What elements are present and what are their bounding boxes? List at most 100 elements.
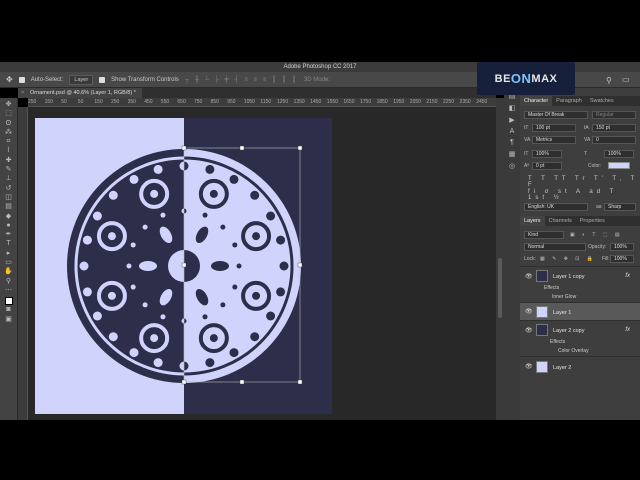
gradient-tool-icon[interactable]: ▤ [3, 202, 15, 211]
tracking-field[interactable]: 0 [592, 136, 636, 144]
workspace-switcher-icon[interactable]: ▭ [622, 75, 630, 84]
tools-panel: ✥ ⬚ ʘ ⁂ ⌗ ⌇ ✚ ✎ ⊥ ↺ ◫ ▤ ◆ ● ✒ T ▸ ▭ ✋ ⚲ … [0, 98, 18, 420]
opentype-buttons[interactable]: fi σ st A ad T 1st ½ [528, 189, 640, 201]
swatches-panel-icon[interactable]: ▦ [509, 150, 516, 158]
visibility-eye-icon[interactable]: 👁 [525, 327, 533, 334]
ornament-motif [160, 314, 166, 320]
search-icon[interactable]: ⚲ [606, 76, 612, 85]
more-tools-icon[interactable]: ⋯ [3, 286, 15, 295]
layer-filter-icons[interactable]: ▣ ◐ T ⬚ ▤ [570, 232, 623, 238]
document-tab[interactable]: × Ornament.psd @ 40.6% (Layer 1, RGB/8) … [18, 88, 142, 98]
visibility-eye-icon[interactable]: 👁 [525, 363, 533, 370]
auto-select-checkbox[interactable] [18, 76, 25, 83]
dodge-tool-icon[interactable]: ● [3, 221, 15, 230]
font-family-select[interactable]: Master Of Break [524, 111, 588, 119]
lasso-tool-icon[interactable]: ʘ [3, 119, 15, 128]
marquee-tool-icon[interactable]: ⬚ [3, 109, 15, 118]
screen-mode-icon[interactable]: ▣ [3, 315, 15, 324]
align-buttons-icon[interactable]: ┬ ╫ ┴ ├ ╪ ┤ ≡ ≡ ≡ ║ ║ ║ [185, 77, 298, 83]
close-tab-icon[interactable]: × [21, 88, 24, 98]
history-brush-tool-icon[interactable]: ↺ [3, 184, 15, 193]
ruler-tick-label: 750 [194, 99, 203, 105]
path-selection-tool-icon[interactable]: ▸ [3, 249, 15, 258]
libraries-panel-icon[interactable]: ◎ [509, 162, 515, 170]
fx-icon[interactable]: fx [625, 273, 630, 279]
vertical-scale-field[interactable]: 100% [532, 150, 562, 158]
properties-panel-icon[interactable]: ◧ [509, 104, 516, 112]
fx-icon[interactable]: fx [625, 327, 630, 333]
fill-field[interactable]: 100% [610, 255, 634, 263]
vertical-scrollbar[interactable] [496, 98, 504, 420]
tab-properties[interactable]: Properties [576, 216, 609, 226]
layer-row-layer1[interactable]: 👁 Layer 1 [520, 302, 640, 320]
lock-icons[interactable]: ▦ ✎ ✥ ⊡ 🔒 [540, 256, 596, 262]
baseline-shift-field[interactable]: 0 pt [532, 162, 562, 170]
magic-wand-tool-icon[interactable]: ⁂ [3, 128, 15, 137]
effect-inner-glow[interactable]: Inner Glow [552, 294, 576, 300]
text-color-swatch[interactable] [608, 162, 630, 169]
layer-row-layer2[interactable]: 👁 Layer 2 [520, 356, 640, 376]
quick-mask-icon[interactable]: ◙ [3, 305, 15, 314]
move-tool-icon[interactable]: ✥ [3, 100, 15, 109]
eyedropper-tool-icon[interactable]: ⌇ [3, 146, 15, 155]
horizontal-scale-field[interactable]: 100% [604, 150, 634, 158]
visibility-eye-icon[interactable]: 👁 [525, 273, 533, 280]
shape-tool-icon[interactable]: ▭ [3, 258, 15, 267]
ruler-tick-label: 1450 [310, 99, 322, 105]
crop-tool-icon[interactable]: ⌗ [3, 137, 15, 146]
ruler-tick-label: 1750 [360, 99, 372, 105]
ruler-tick-label: 550 [160, 99, 170, 105]
ornament-motif [229, 348, 239, 358]
ornament-motif [150, 334, 159, 343]
canvas-workspace[interactable] [28, 107, 496, 420]
ornament-motif [92, 211, 102, 221]
eraser-tool-icon[interactable]: ◫ [3, 193, 15, 202]
tab-channels[interactable]: Channels [545, 216, 576, 226]
ornament-motif [220, 224, 226, 230]
watermark-text-be: BE [494, 72, 511, 85]
ornament-motif [211, 261, 229, 271]
effects-label: Effects [544, 285, 560, 291]
effect-color-overlay[interactable]: Color Overlay [558, 348, 589, 354]
ruler-tick-label: 50 [61, 99, 67, 105]
show-transform-checkbox[interactable] [99, 76, 106, 83]
visibility-eye-icon[interactable]: 👁 [525, 308, 533, 315]
blend-mode-select[interactable]: Normal [524, 243, 586, 251]
ruler-tick-label: 50 [77, 99, 84, 105]
foreground-color-swatch[interactable] [4, 297, 13, 306]
anti-alias-select[interactable]: Sharp [604, 203, 636, 211]
blur-tool-icon[interactable]: ◆ [3, 212, 15, 221]
ornament-motif [150, 189, 159, 198]
font-style-select[interactable]: Regular [592, 111, 636, 119]
actions-panel-icon[interactable]: ▶ [509, 116, 514, 124]
zoom-tool-icon[interactable]: ⚲ [3, 277, 15, 286]
auto-select-dropdown[interactable]: Layer [69, 74, 94, 85]
language-select[interactable]: English: UK [524, 203, 588, 211]
tab-paragraph[interactable]: Paragraph [552, 96, 586, 106]
hand-tool-icon[interactable]: ✋ [3, 267, 15, 276]
tab-swatches[interactable]: Swatches [586, 96, 618, 106]
paragraph-panel-icon[interactable]: ¶ [510, 139, 514, 146]
type-style-buttons[interactable]: T T TT Tr T' T, T F [528, 176, 640, 188]
font-size-field[interactable]: 100 pt [532, 124, 576, 132]
opacity-field[interactable]: 100% [610, 243, 634, 251]
brush-tool-icon[interactable]: ✎ [3, 165, 15, 174]
stamp-tool-icon[interactable]: ⊥ [3, 174, 15, 183]
layer-row-layer2-copy[interactable]: 👁 Layer 2 copy fx Effects Color Overlay [520, 320, 640, 356]
character-panel-icon[interactable]: A [510, 128, 515, 135]
scrollbar-thumb[interactable] [498, 258, 502, 318]
ornament-artwork[interactable] [28, 107, 496, 420]
ornament-motif [232, 284, 238, 290]
tab-layers[interactable]: Layers [520, 216, 545, 226]
move-tool-icon[interactable]: ✥ [6, 75, 13, 84]
kerning-field[interactable]: Metrics [532, 136, 576, 144]
healing-tool-icon[interactable]: ✚ [3, 156, 15, 165]
ornament-motif [142, 224, 148, 230]
leading-field[interactable]: 150 pt [592, 124, 636, 132]
tab-character[interactable]: Character [520, 96, 553, 106]
layer-kind-filter[interactable]: Kind [524, 231, 564, 239]
anti-alias-icon: aa [596, 204, 602, 210]
layer-row-layer1-copy[interactable]: 👁 Layer 1 copy fx Effects Inner Glow [520, 266, 640, 302]
pen-tool-icon[interactable]: ✒ [3, 230, 15, 239]
type-tool-icon[interactable]: T [3, 239, 15, 248]
